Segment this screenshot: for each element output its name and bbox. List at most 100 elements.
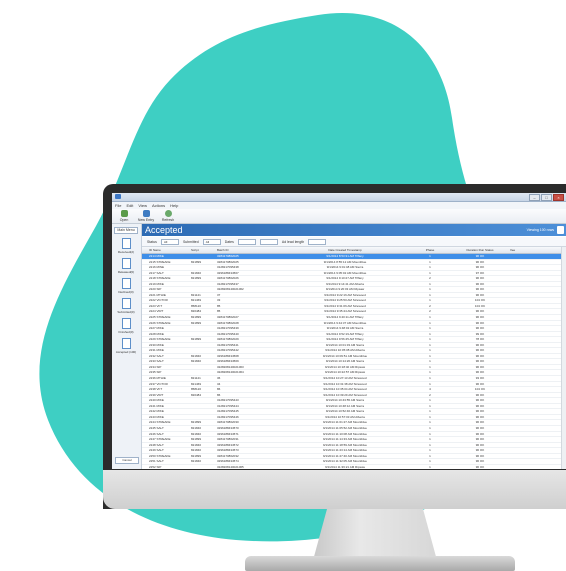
minimize-button[interactable]: – xyxy=(529,194,540,201)
table-cell: 104 OK xyxy=(474,303,486,308)
table-cell xyxy=(142,337,149,342)
vertical-scrollbar[interactable] xyxy=(561,247,566,469)
table-cell: 3284170862032 xyxy=(217,453,239,458)
sidebar-item-label: Finished(0) xyxy=(118,330,134,334)
table-cell: 9/1/2014 10:05:08 AM Alberta xyxy=(325,348,365,353)
table-cell xyxy=(510,354,540,359)
table-cell xyxy=(142,409,149,414)
table-cell: 3128217095441 xyxy=(217,342,239,347)
table-cell: 1 xyxy=(429,348,431,353)
table-cell: 96 OK xyxy=(475,342,485,347)
table-cell: 9/1/2014 9:52:19 AM Tiffany xyxy=(326,331,364,336)
sidebar-item-finished[interactable]: Finished(0) xyxy=(115,318,137,334)
sidebar-item-accepted[interactable]: Accepted (100) xyxy=(115,338,137,354)
table-cell: 1 xyxy=(429,381,431,386)
table-cell: 9/1/2014 10:09:51 AM Mountblue xyxy=(322,353,368,358)
sidebar-item-submitted[interactable]: Submitted(0) xyxy=(115,298,137,314)
export-icon[interactable] xyxy=(557,226,564,234)
table-cell: 96 OK xyxy=(475,442,485,447)
column-header[interactable]: Date Created Timestamp xyxy=(280,247,410,253)
table-cell: 1 xyxy=(429,448,431,453)
sidebar-item-declined[interactable]: Declined(0) xyxy=(115,278,137,294)
date-to-input[interactable] xyxy=(259,238,278,245)
table-cell: 34 xyxy=(217,381,221,386)
table-cell: 2231 MIKE xyxy=(149,348,164,353)
table-cell: 3228208140021064 xyxy=(217,370,244,375)
maximize-button[interactable]: □ xyxy=(541,194,552,201)
column-header[interactable] xyxy=(142,247,149,253)
column-header[interactable]: ID Name xyxy=(149,247,191,253)
table-cell: 96 OK xyxy=(475,281,485,286)
sidebar-cancel-button[interactable]: Cancel xyxy=(115,457,139,464)
table-cell: 1 xyxy=(429,431,431,436)
table-cell: 3284170862030 xyxy=(217,420,239,425)
sidebar-item-received[interactable]: Received(2) xyxy=(115,238,137,254)
date-from-input[interactable] xyxy=(237,238,256,245)
table-cell xyxy=(510,465,540,469)
table-cell xyxy=(142,365,149,370)
sidebar-item-label: Received(2) xyxy=(117,250,135,254)
sidebar-tab[interactable]: Main Menu xyxy=(114,227,138,234)
table-cell xyxy=(142,276,149,281)
table-cell xyxy=(142,354,149,359)
status-filter-select[interactable]: All xyxy=(160,238,179,245)
table-cell: 821840 xyxy=(191,448,202,453)
table-cell: 858120 xyxy=(191,303,202,308)
table-cell xyxy=(510,454,540,459)
table-cell: 2236 MTHIE xyxy=(149,376,166,381)
table-cell: 858120 xyxy=(191,387,202,392)
sidebar-item-label: Accepted (100) xyxy=(115,350,137,354)
table-cell: 1 xyxy=(429,337,431,342)
column-header[interactable]: Batch ID xyxy=(217,247,280,253)
table-cell xyxy=(142,393,149,398)
open-button[interactable]: Open xyxy=(116,209,132,223)
table-cell: 821840 xyxy=(191,359,202,364)
menu-file[interactable]: File xyxy=(115,202,121,209)
table-cell: 1 xyxy=(429,409,431,414)
table-cell: 3284170862028 xyxy=(217,320,239,325)
table-cell xyxy=(191,370,217,375)
table-cell: 3128217095442 xyxy=(217,348,239,353)
table-cell: 9/1/2014 9:01:48 AM Sierra xyxy=(326,265,364,270)
document-icon xyxy=(121,318,131,329)
menu-actions[interactable]: Actions xyxy=(152,202,165,209)
table-cell: 96 OK xyxy=(475,359,485,364)
menu-help[interactable]: Help xyxy=(170,202,178,209)
table-cell xyxy=(191,287,217,292)
table-cell xyxy=(510,271,540,276)
menu-edit[interactable]: Edit xyxy=(126,202,133,209)
table-cell xyxy=(510,287,540,292)
table-cell xyxy=(142,387,149,392)
refresh-button[interactable]: Refresh xyxy=(160,209,176,223)
table-cell xyxy=(510,398,540,403)
column-header[interactable]: Script xyxy=(191,247,217,253)
table-row[interactable]: 2252 SIP 3228208140021065 9/1/2014 11:36:2… xyxy=(142,465,566,469)
table-cell: 96 OK xyxy=(475,431,485,436)
table-cell: 2251 SALT xyxy=(149,459,164,464)
document-icon xyxy=(121,298,131,309)
table-cell: 104 OK xyxy=(474,298,486,303)
column-header[interactable]: Vee xyxy=(510,247,540,253)
table-cell xyxy=(142,404,149,409)
length-filter-input[interactable] xyxy=(308,238,327,245)
menu-view[interactable]: View xyxy=(138,202,147,209)
column-header[interactable]: Phase xyxy=(410,247,450,253)
table-cell: 96 OK xyxy=(475,364,485,369)
table-cell: 96 OK xyxy=(475,254,485,258)
sidebar-item-released[interactable]: Released(0) xyxy=(115,258,137,274)
table-cell: 820484 xyxy=(191,392,202,397)
table-cell: 96 OK xyxy=(475,353,485,358)
table-cell xyxy=(510,437,540,442)
submitted-filter-select[interactable]: All xyxy=(202,238,221,245)
close-button[interactable]: × xyxy=(553,194,564,201)
table-cell: 821840 xyxy=(191,353,202,358)
table-cell: 96 OK xyxy=(475,326,485,331)
new-entry-button[interactable]: New Entry xyxy=(138,209,154,223)
table-cell: 85 xyxy=(217,303,221,308)
column-header[interactable]: Duration Run Status xyxy=(450,247,510,253)
table-cell: 1 xyxy=(429,281,431,286)
grid-header: ID Name Script Batch ID Date Created Tim… xyxy=(142,247,566,254)
table-cell xyxy=(142,287,149,292)
window-controls: – □ × xyxy=(529,194,564,201)
sidebar: Main Menu Received(2) Released(0) Declin… xyxy=(112,224,142,469)
